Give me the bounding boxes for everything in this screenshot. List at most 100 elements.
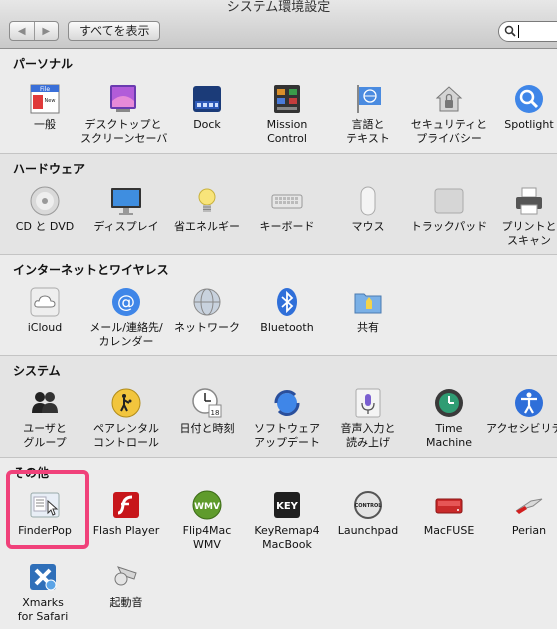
pref-trackpad[interactable]: トラックパッド	[406, 184, 492, 234]
pref-users-groups[interactable]: ユーザと グループ	[2, 386, 88, 450]
sharing-folder-icon	[351, 285, 385, 319]
icloud-icon	[28, 285, 62, 319]
lightbulb-icon	[190, 184, 224, 218]
pref-label: デスクトップと	[84, 118, 162, 131]
system-preferences-window: システム環境設定 ◀ ▶ すべてを表示 パーソナル File New 一般 デス…	[0, 0, 557, 629]
search-icon	[504, 25, 516, 37]
svg-text:CONTROL: CONTROL	[355, 503, 383, 509]
mission-control-icon	[270, 82, 304, 116]
pref-launchpad[interactable]: CONTROL Launchpad	[325, 488, 411, 538]
section-title: インターネットとワイヤレス	[13, 263, 169, 277]
pref-label: Time	[435, 422, 463, 435]
pref-flip4mac-wmv[interactable]: WMV Flip4Mac WMV	[164, 488, 250, 552]
pref-label: Flip4Mac	[182, 524, 232, 537]
time-machine-icon	[432, 386, 466, 420]
pref-software-update[interactable]: ソフトウェア アップデート	[244, 386, 330, 450]
window-title: システム環境設定	[226, 0, 331, 15]
pref-desktop-screensaver[interactable]: デスクトップと スクリーンセーバ	[80, 82, 167, 146]
pref-flash-player[interactable]: Flash Player	[83, 488, 169, 538]
pref-bluetooth[interactable]: Bluetooth	[244, 285, 330, 335]
at-sign-icon: @	[109, 285, 143, 319]
users-icon	[28, 386, 62, 420]
pref-dock[interactable]: Dock	[164, 82, 250, 132]
svg-text:KEY: KEY	[276, 501, 299, 512]
pref-print-scan[interactable]: プリントと スキャン	[486, 184, 557, 248]
software-update-icon	[270, 386, 304, 420]
svg-text:New: New	[45, 98, 56, 104]
pref-sharing[interactable]: 共有	[325, 285, 411, 335]
pref-mission-control[interactable]: Mission Control	[244, 82, 330, 146]
section-personal: パーソナル File New 一般 デスクトップと スクリーンセーバ Dock …	[0, 49, 557, 154]
search-field[interactable]	[498, 21, 557, 42]
accessibility-icon	[512, 386, 546, 420]
whistle-icon	[109, 560, 143, 594]
pref-label: スキャン	[507, 234, 551, 247]
pref-time-machine[interactable]: Time Machine	[406, 386, 492, 450]
spotlight-icon	[512, 82, 546, 116]
pref-icloud[interactable]: iCloud	[2, 285, 88, 335]
pref-label: プリントと	[501, 220, 557, 233]
pref-label: 言語と	[351, 118, 385, 131]
microphone-icon	[351, 386, 385, 420]
globe-icon	[190, 285, 224, 319]
pref-accessibility[interactable]: アクセシビリティ	[486, 386, 557, 436]
flip4mac-icon: WMV	[190, 488, 224, 522]
pref-parental-controls[interactable]: ペアレンタル コントロール	[83, 386, 169, 450]
pref-spotlight[interactable]: Spotlight	[486, 82, 557, 132]
pref-label: MacFUSE	[423, 524, 475, 537]
pref-dictation-speech[interactable]: 音声入力と 読み上げ	[325, 386, 411, 450]
finderpop-highlight-box	[6, 470, 89, 549]
pref-macfuse[interactable]: MacFUSE	[406, 488, 492, 538]
pref-energy-saver[interactable]: 省エネルギー	[164, 184, 250, 234]
pref-label: KeyRemap4	[254, 524, 320, 537]
pref-label: Mission	[266, 118, 308, 131]
macfuse-icon	[432, 488, 466, 522]
xmarks-icon	[26, 560, 60, 594]
pref-keyremap4macbook[interactable]: KEY KeyRemap4 MacBook	[244, 488, 330, 552]
pref-label: Spotlight	[504, 118, 554, 131]
pref-mouse[interactable]: マウス	[325, 184, 411, 234]
pref-startup-sound[interactable]: 起動音	[83, 560, 169, 610]
pref-label: Xmarks	[22, 596, 64, 609]
pref-mail-contacts-calendars[interactable]: @ メール/連絡先/ カレンダー	[83, 285, 169, 349]
pref-label: ユーザと	[23, 422, 67, 435]
nav-buttons: ◀ ▶	[9, 21, 59, 41]
pref-label: マウス	[351, 220, 385, 233]
pref-date-time[interactable]: 18 日付と時刻	[164, 386, 250, 436]
pref-label: 音声入力と	[340, 422, 396, 435]
pref-keyboard[interactable]: キーボード	[244, 184, 330, 234]
forward-button[interactable]: ▶	[35, 22, 59, 40]
show-all-button[interactable]: すべてを表示	[68, 21, 161, 41]
pref-label: iCloud	[27, 321, 63, 334]
svg-text:18: 18	[211, 409, 220, 417]
disc-icon	[28, 184, 62, 218]
pref-displays[interactable]: ディスプレイ	[83, 184, 169, 234]
pref-general[interactable]: File New 一般	[2, 82, 88, 132]
pref-label: 読み上げ	[346, 436, 390, 449]
pref-label: 一般	[34, 118, 56, 131]
launchpad-icon: CONTROL	[351, 488, 385, 522]
pref-label: テキスト	[346, 132, 390, 145]
pref-cd-dvd[interactable]: CD と DVD	[2, 184, 88, 234]
desktop-icon	[106, 82, 140, 116]
pref-security-privacy[interactable]: セキュリティと プライバシー	[406, 82, 492, 146]
parental-controls-icon	[109, 386, 143, 420]
dock-icon	[190, 82, 224, 116]
printer-icon	[512, 184, 546, 218]
section-title: パーソナル	[13, 57, 74, 71]
display-icon	[109, 184, 143, 218]
pref-xmarks-safari[interactable]: Xmarks for Safari	[0, 560, 86, 624]
general-icon: File New	[28, 82, 62, 116]
pref-network[interactable]: ネットワーク	[164, 285, 250, 335]
pref-label: Perian	[511, 524, 547, 537]
trackpad-icon	[432, 184, 466, 218]
pref-label: キーボード	[259, 220, 315, 233]
pref-label: アップデート	[254, 436, 320, 449]
pref-label: MacBook	[262, 538, 312, 551]
pref-label: プライバシー	[416, 132, 482, 145]
svg-text:@: @	[117, 292, 135, 313]
pref-perian[interactable]: Perian	[486, 488, 557, 538]
pref-language-text[interactable]: 言語と テキスト	[325, 82, 411, 146]
pref-label: 起動音	[109, 596, 143, 609]
back-button[interactable]: ◀	[10, 22, 35, 40]
